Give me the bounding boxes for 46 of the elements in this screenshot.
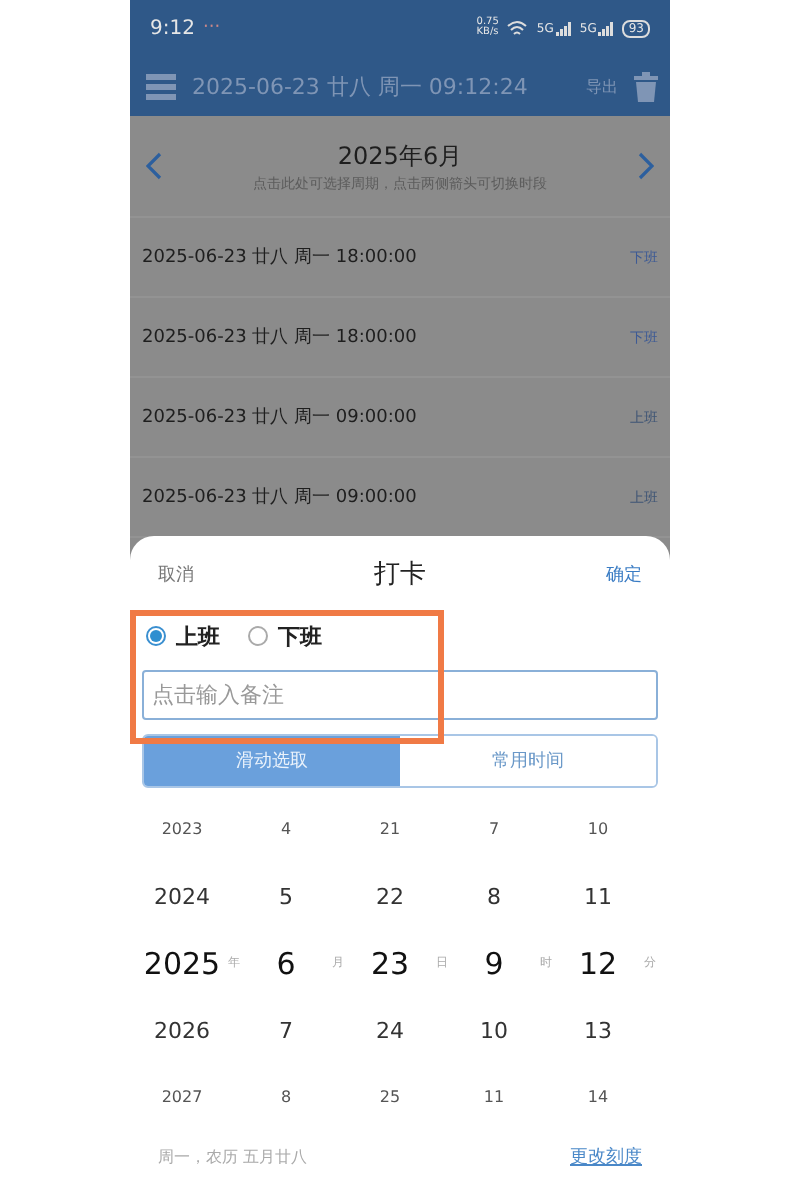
picker-value[interactable]: 2025 xyxy=(143,930,221,997)
trash-icon[interactable] xyxy=(634,71,658,101)
period-title[interactable]: 2025年6月 xyxy=(337,139,463,173)
radio-option[interactable]: 上班 xyxy=(146,621,220,651)
picker-value[interactable]: 12 xyxy=(578,930,618,997)
record-time: 2025-06-23 廿八 周一 18:00:00 xyxy=(142,325,417,350)
picker-value[interactable]: 7 xyxy=(488,796,500,863)
picker-value[interactable]: 8 xyxy=(280,1064,292,1131)
picker-value[interactable]: 11 xyxy=(483,1064,505,1131)
cancel-button[interactable]: 取消 xyxy=(158,561,194,587)
picker-value[interactable]: 24 xyxy=(376,997,404,1064)
record-time: 2025-06-23 廿八 周一 18:00:00 xyxy=(142,245,417,270)
note-field[interactable]: 点击输入备注 xyxy=(142,670,658,720)
picker-value[interactable]: 25 xyxy=(379,1064,401,1131)
radio-option[interactable]: 下班 xyxy=(248,621,322,651)
picker-value[interactable]: 4 xyxy=(280,796,292,863)
current-datetime: 2025-06-23 廿八 周一 09:12:24 xyxy=(192,71,530,101)
picker-value[interactable]: 10 xyxy=(587,796,609,863)
picker-value[interactable]: 2024 xyxy=(154,863,210,930)
picker-value[interactable]: 22 xyxy=(376,863,404,930)
picker-value[interactable]: 14 xyxy=(587,1064,609,1131)
record-time: 2025-06-23 廿八 周一 09:00:00 xyxy=(142,485,417,510)
record-time: 2025-06-23 廿八 周一 09:00:00 xyxy=(142,405,417,430)
picker-value[interactable]: 10 xyxy=(480,997,508,1064)
picker-value[interactable]: 2023 xyxy=(161,796,203,863)
dialog-title: 打卡 xyxy=(374,558,426,592)
lunar-date: 周一，农历 五月廿八 xyxy=(158,1145,308,1167)
picker-value[interactable]: 6 xyxy=(276,930,296,997)
signal-icon xyxy=(555,21,572,35)
menu-icon[interactable] xyxy=(146,73,176,99)
confirm-button[interactable]: 确定 xyxy=(606,561,642,587)
picker-value[interactable]: 21 xyxy=(379,796,401,863)
wifi-icon xyxy=(506,19,529,37)
picker-value[interactable]: 11 xyxy=(584,863,612,930)
change-scale-link[interactable]: 更改刻度 xyxy=(570,1143,642,1169)
picker-value[interactable]: 7 xyxy=(279,997,293,1064)
picker-value[interactable]: 23 xyxy=(370,930,410,997)
clock-time: 9:12 xyxy=(150,17,195,39)
picker-value[interactable]: 2027 xyxy=(161,1064,203,1131)
picker-value[interactable]: 9 xyxy=(484,930,504,997)
picker-value[interactable]: 13 xyxy=(584,997,612,1064)
picker-value[interactable]: 5 xyxy=(279,863,293,930)
notification-dots: ··· xyxy=(202,18,221,38)
picker-value[interactable]: 2026 xyxy=(154,997,210,1064)
signal-icon xyxy=(598,21,615,35)
picker-value[interactable]: 8 xyxy=(487,863,501,930)
